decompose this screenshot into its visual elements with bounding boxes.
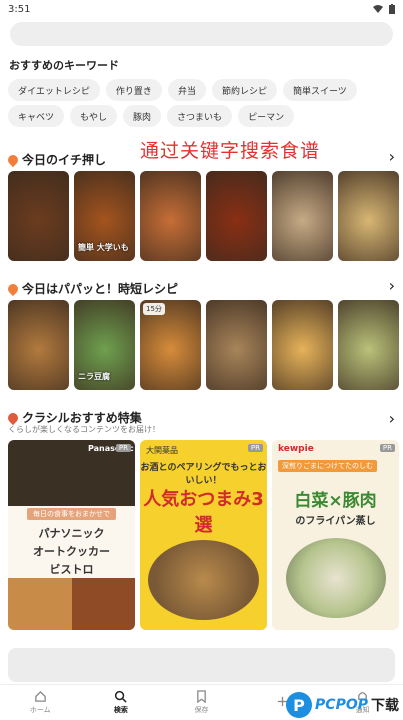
feature-line: オートクッカー: [33, 544, 110, 558]
feature-card-otsumami[interactable]: 大関薬品 PR お酒とのペアリングでもっとおいしい！ 人気おつまみ3選: [140, 440, 267, 630]
recipe-thumbnail[interactable]: [338, 171, 399, 261]
status-time: 3:51: [8, 3, 31, 15]
food-image: [286, 538, 386, 618]
chevron-right-icon[interactable]: ›: [389, 409, 395, 428]
keyword-chip[interactable]: 弁当: [167, 79, 206, 101]
keyword-chip[interactable]: 節約レシピ: [211, 79, 277, 101]
nav-label: 検索: [113, 706, 128, 714]
keyword-chip[interactable]: さつまいも: [167, 105, 233, 127]
flame-icon: [5, 281, 21, 296]
recipe-caption: ニラ豆腐: [78, 372, 110, 381]
nav-home[interactable]: ホーム: [0, 685, 81, 720]
feature-subtitle: のフライパン蒸し: [295, 516, 376, 527]
gift-icon: [5, 410, 21, 425]
recipe-thumbnail[interactable]: ニラ豆腐: [74, 300, 135, 390]
feature-strip: 深煎りごまにつけてたのしむ: [278, 460, 377, 472]
brand-logo: 大関薬品: [146, 446, 178, 455]
recipe-thumbnail[interactable]: [8, 171, 69, 261]
keyword-chip[interactable]: 作り置き: [105, 79, 162, 101]
battery-icon: [389, 4, 395, 14]
status-icons: [373, 4, 395, 14]
watermark-text: PCPOP: [315, 697, 368, 713]
recipe-caption: 簡単 大学いも: [78, 243, 129, 252]
food-image: [8, 578, 72, 630]
feature-headline: お酒とのペアリングでもっとおいしい！: [140, 463, 267, 486]
feature-image-bottom: [8, 578, 135, 630]
keyword-chip[interactable]: ダイエットレシピ: [8, 79, 100, 101]
keywords-title: おすすめのキーワード: [9, 59, 119, 72]
section-title: 今日はパパッと！時短レシピ: [22, 282, 179, 296]
recipe-thumbnail[interactable]: [8, 300, 69, 390]
brand-logo: kewpie: [278, 444, 314, 454]
section-subtitle: くらしが楽しくなるコンテンツをお届け！: [8, 425, 160, 434]
section-title: 今日のイチ押し: [22, 153, 107, 167]
status-bar: 3:51: [0, 0, 403, 18]
feature-note: 毎日の食事をおまかせで: [27, 507, 116, 520]
feature-line: パナソニック: [38, 526, 105, 540]
keyword-chip[interactable]: ピーマン: [238, 105, 295, 127]
keyword-chip[interactable]: キャベツ: [8, 105, 65, 127]
chevron-right-icon[interactable]: ›: [389, 147, 395, 166]
section-header-today-pick[interactable]: 今日のイチ押し: [5, 151, 107, 168]
bookmark-icon: [197, 690, 206, 703]
keyword-chips-row-2: キャベツ もやし 豚肉 さつまいも ピーマン: [8, 105, 295, 127]
recipe-thumbnail[interactable]: [206, 171, 267, 261]
keyword-chips-row-1: ダイエットレシピ 作り置き 弁当 節約レシピ 簡単スイーツ: [8, 79, 357, 101]
feature-title: 人気おつまみ3選: [143, 489, 264, 536]
feature-card-panasonic[interactable]: Panasonic PR 毎日の食事をおまかせで パナソニック オートクッカー …: [8, 440, 135, 630]
home-icon: [35, 690, 46, 702]
recipe-thumbnail[interactable]: [206, 300, 267, 390]
recipe-thumbnail[interactable]: [140, 171, 201, 261]
search-input[interactable]: [10, 22, 393, 46]
thumb-row-today-pick: 簡単 大学いも: [8, 171, 399, 261]
nav-label: 保存: [194, 706, 209, 714]
flame-icon: [5, 152, 21, 167]
overlay-caption: 通过关键字搜索食谱: [140, 140, 321, 162]
pr-badge: PR: [379, 444, 395, 452]
food-image: [148, 540, 259, 620]
watermark-text-2: 下载: [371, 698, 399, 714]
feature-image: Panasonic PR: [8, 440, 135, 506]
food-image: [71, 578, 135, 630]
recipe-thumbnail[interactable]: [272, 300, 333, 390]
feature-row: Panasonic PR 毎日の食事をおまかせで パナソニック オートクッカー …: [8, 440, 399, 630]
feature-text: 毎日の食事をおまかせで パナソニック オートクッカー ビストロ: [8, 506, 135, 578]
pr-badge: PR: [247, 444, 263, 452]
nav-label: ホーム: [29, 706, 51, 714]
recipe-thumbnail[interactable]: 簡単 大学いも: [74, 171, 135, 261]
search-icon: [115, 690, 127, 703]
recipe-thumbnail[interactable]: [272, 171, 333, 261]
pr-badge: PR: [115, 444, 131, 452]
wifi-icon: [373, 5, 383, 13]
keyword-chip[interactable]: もやし: [70, 105, 118, 127]
chevron-right-icon[interactable]: ›: [389, 276, 395, 295]
nav-saved[interactable]: 保存: [161, 685, 242, 720]
feature-title: 白菜×豚肉: [294, 491, 377, 511]
feature-line: ビストロ: [49, 562, 94, 576]
nav-search[interactable]: 検索: [81, 685, 162, 720]
section-header-quick-recipes[interactable]: 今日はパパッと！時短レシピ: [5, 280, 179, 297]
thumb-row-quick-recipes: ニラ豆腐 15分: [8, 300, 399, 390]
feature-card-kewpie[interactable]: kewpie PR 深煎りごまにつけてたのしむ 白菜×豚肉 のフライパン蒸し: [272, 440, 399, 630]
watermark-logo: P: [286, 692, 313, 718]
keyword-chip[interactable]: 豚肉: [123, 105, 162, 127]
keyword-chip[interactable]: 簡単スイーツ: [282, 79, 357, 101]
watermark: P PCPOP 下载: [286, 692, 399, 718]
recipe-thumbnail[interactable]: 15分: [140, 300, 201, 390]
placeholder-card[interactable]: [8, 648, 395, 682]
recipe-thumbnail[interactable]: [338, 300, 399, 390]
time-badge: 15分: [143, 303, 165, 315]
